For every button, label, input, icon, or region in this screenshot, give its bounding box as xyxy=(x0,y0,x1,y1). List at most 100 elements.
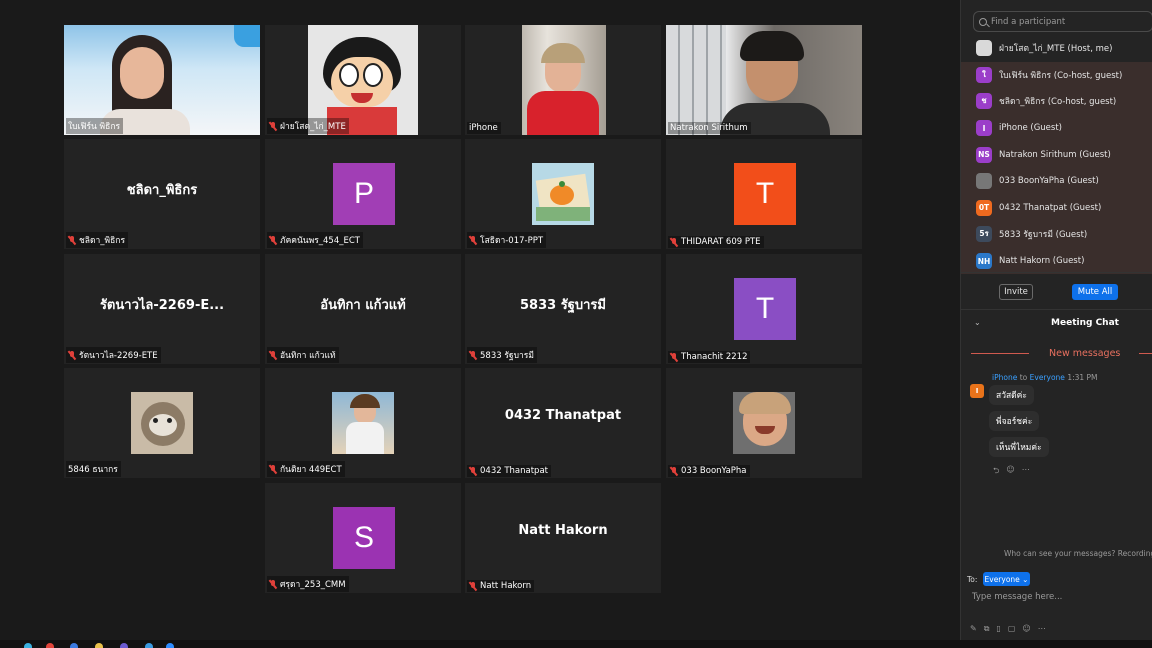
zoom-taskbar-icon[interactable] xyxy=(166,643,174,648)
reply-icon[interactable]: ⮌ xyxy=(993,465,999,479)
participant-tile[interactable]: P ภัคคนันพร_454_ECT xyxy=(265,139,461,249)
to-word: to xyxy=(1019,373,1028,382)
chat-message[interactable]: สวัสดีค่ะ xyxy=(989,385,1034,405)
participant-tile[interactable]: T Thanachit 2212 xyxy=(666,254,862,364)
participant-tile[interactable]: อันทิกา แก้วแท้ อันทิกา แก้วแท้ xyxy=(265,254,461,364)
mic-muted-icon xyxy=(269,350,277,360)
participant-tile[interactable]: 0432 Thanatpat 0432 Thanatpat xyxy=(465,368,661,478)
participant-avatar: ช xyxy=(976,93,992,110)
participant-name: 0432 Thanatpat (Guest) xyxy=(999,202,1102,213)
participant-tile[interactable]: T THIDARAT 609 PTE xyxy=(666,139,862,249)
tile-name-label: 0432 Thanatpat xyxy=(467,465,551,477)
who-can-see-messages[interactable]: Who can see your messages? Recording xyxy=(1004,549,1152,558)
app-icon[interactable] xyxy=(24,643,32,648)
participant-tile[interactable]: Natt Hakorn Natt Hakorn xyxy=(465,483,661,593)
chat-toolbar: ✎ ⧉ ▯ ▢ ☺ ⋯ xyxy=(970,624,1046,634)
format-icon[interactable]: ✎ xyxy=(970,624,977,634)
participant-tile[interactable]: รัตนาวไล-2269-E... รัตนาวไล-2269-ETE xyxy=(64,254,260,364)
chat-message[interactable]: พี่จอร์ชค่ะ xyxy=(989,411,1040,431)
participant-name: iPhone (Guest) xyxy=(999,123,1062,134)
tile-display-name: ชลิดา_พิธิกร xyxy=(126,183,198,198)
app-icon[interactable] xyxy=(70,643,78,648)
participant-name: Natt Hakorn (Guest) xyxy=(999,256,1085,267)
tile-name-label: Thanachit 2212 xyxy=(668,351,751,363)
participant-row[interactable]: 033 BoonYaPha (Guest) xyxy=(961,167,1152,195)
tile-avatar: P xyxy=(333,163,395,225)
message-actions: ⮌ ☺ ⋯ xyxy=(993,465,1030,479)
message-input[interactable]: Type message here... xyxy=(972,592,1062,602)
tile-avatar: T xyxy=(734,278,796,340)
mic-muted-icon xyxy=(670,352,678,362)
tile-name-label: ภัคคนันพร_454_ECT xyxy=(267,232,363,248)
tile-name-label: 5846 ธนากร xyxy=(66,461,121,477)
tile-name-label: Natrakon Sirithum xyxy=(668,122,751,134)
participant-tile[interactable]: S ศรุดา_253_CMM xyxy=(265,483,461,593)
participant-name: Natrakon Sirithum (Guest) xyxy=(999,149,1111,160)
mic-muted-icon xyxy=(269,235,277,245)
more-icon[interactable]: ⋯ xyxy=(1022,465,1030,479)
mic-muted-icon xyxy=(269,464,277,474)
sender-name[interactable]: iPhone xyxy=(992,373,1017,382)
recipient-name[interactable]: Everyone xyxy=(1030,373,1065,382)
mute-all-button[interactable]: Mute All xyxy=(1072,284,1118,300)
participant-avatar xyxy=(976,173,992,190)
file-icon[interactable]: ▯ xyxy=(996,624,1000,634)
participant-row[interactable]: ช ชลิดา_พิธิกร (Co-host, guest) xyxy=(961,88,1152,115)
participant-avatar: 5ร xyxy=(976,226,992,243)
participant-avatar: NS xyxy=(976,146,992,163)
screenshot-icon[interactable]: ⧉ xyxy=(984,624,990,634)
participant-name: ฝ่ายโสต_ไก่_MTE (Host, me) xyxy=(999,44,1113,55)
invite-button[interactable]: Invite xyxy=(999,284,1033,300)
participant-tile[interactable]: 033 BoonYaPha xyxy=(666,368,862,478)
more-icon[interactable]: ⋯ xyxy=(1038,624,1046,634)
emoji-icon[interactable]: ☺ xyxy=(1006,465,1014,479)
participant-search[interactable]: Find a participant xyxy=(973,11,1152,32)
video-gallery: ใบเฟิร์น พิธิกร ฝ่ายโสต_ไก่_MTE iPhone Natr… xyxy=(0,0,960,640)
participant-row[interactable]: NH Natt Hakorn (Guest) xyxy=(961,247,1152,275)
participant-row[interactable]: ฝ่ายโสต_ไก่_MTE (Host, me) xyxy=(961,35,1152,62)
tile-name-label: รัตนาวไล-2269-ETE xyxy=(66,347,161,363)
participant-tile[interactable]: iPhone xyxy=(465,25,661,135)
participant-avatar: NH xyxy=(976,253,992,270)
emoji-icon[interactable]: ☺ xyxy=(1022,624,1030,634)
participant-tile[interactable]: กันติยา 449ECT xyxy=(265,368,461,478)
tile-name-label: กันติยา 449ECT xyxy=(267,461,345,477)
participant-tile[interactable]: Natrakon Sirithum xyxy=(666,25,862,135)
mic-muted-icon xyxy=(670,237,678,247)
participant-row[interactable]: ใ ใบเฟิร์น พิธิกร (Co-host, guest) xyxy=(961,61,1152,89)
tile-name-label: ศรุดา_253_CMM xyxy=(267,576,349,592)
app-icon[interactable] xyxy=(145,643,153,648)
tile-display-name: 5833 รัฐบารมี xyxy=(520,298,606,313)
participant-list: ฝ่ายโสต_ไก่_MTE (Host, me) ใ ใบเฟิร์น พิธิ… xyxy=(961,35,1152,275)
tile-display-name: 0432 Thanatpat xyxy=(504,408,622,423)
recipient-dropdown[interactable]: Everyone ⌄ xyxy=(983,572,1030,586)
participant-row[interactable]: NS Natrakon Sirithum (Guest) xyxy=(961,141,1152,168)
participant-tile[interactable]: 5846 ธนากร xyxy=(64,368,260,478)
chat-message[interactable]: เห็นพี่ไหมค่ะ xyxy=(989,437,1049,457)
participant-name: 5833 รัฐบารมี (Guest) xyxy=(999,230,1088,241)
participant-avatar xyxy=(976,40,992,57)
participant-tile[interactable]: ชลิดา_พิธิกร ชลิดา_พิธิกร xyxy=(64,139,260,249)
app-icon[interactable] xyxy=(95,643,103,648)
participant-row[interactable]: 5ร 5833 รัฐบารมี (Guest) xyxy=(961,221,1152,248)
participant-row[interactable]: 0T 0432 Thanatpat (Guest) xyxy=(961,194,1152,222)
app-icon[interactable] xyxy=(46,643,54,648)
tile-name-label: Natt Hakorn xyxy=(467,580,535,592)
participant-row[interactable]: IiPhone (Guest) xyxy=(961,114,1152,142)
participant-tile[interactable]: โสธิดา-017-PPT xyxy=(465,139,661,249)
message-header: iPhone to Everyone 1:31 PM xyxy=(992,373,1098,382)
participant-tile[interactable]: ใบเฟิร์น พิธิกร xyxy=(64,25,260,135)
mic-muted-icon xyxy=(469,581,477,591)
divider xyxy=(961,309,1152,310)
participant-tile[interactable]: ฝ่ายโสต_ไก่_MTE xyxy=(265,25,461,135)
participant-name: ชลิดา_พิธิกร (Co-host, guest) xyxy=(999,97,1117,108)
to-label: To: xyxy=(967,575,978,584)
app-icon[interactable] xyxy=(120,643,128,648)
tile-display-name: Natt Hakorn xyxy=(518,523,608,538)
tile-name-label: ใบเฟิร์น พิธิกร xyxy=(66,118,124,134)
mic-muted-icon xyxy=(469,466,477,476)
participant-tile[interactable]: 5833 รัฐบารมี 5833 รัฐบารมี xyxy=(465,254,661,364)
chat-title: Meeting Chat xyxy=(1051,318,1119,328)
code-icon[interactable]: ▢ xyxy=(1008,624,1016,634)
divider xyxy=(961,272,1152,273)
